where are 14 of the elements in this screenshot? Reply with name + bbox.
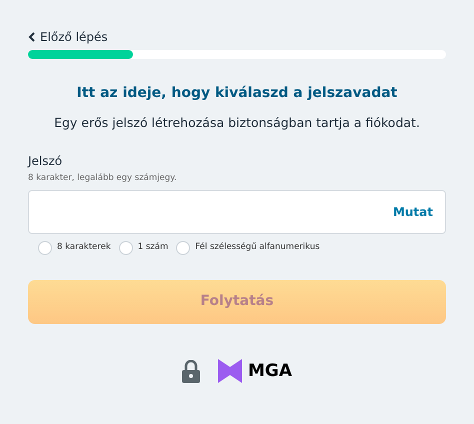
heading: Itt az ideje, hogy kiválaszd a jelszavadat: [76, 84, 398, 103]
subtitle: Egy erős jelszó létrehozása biztonságban tartja a fiókodat.: [53, 114, 421, 132]
back-link[interactable]: Előző lépés: [28, 28, 108, 46]
requirement-label: 1 szám: [138, 241, 168, 254]
requirement-label: 8 karakterek: [57, 241, 111, 254]
logo-text: MGA: [248, 360, 292, 382]
chevron-left-icon: [28, 32, 36, 42]
show-password-button[interactable]: Mutat: [392, 202, 433, 220]
lock-icon: [182, 360, 200, 383]
field-hint: 8 karakter, legalább egy számjegy.: [28, 172, 178, 184]
logo-icon: [218, 359, 242, 384]
password-field[interactable]: Mutat: [28, 190, 446, 234]
requirement-label: Fél szélességű alfanumerikus: [195, 241, 320, 254]
field-label: Jelszó: [28, 152, 64, 170]
